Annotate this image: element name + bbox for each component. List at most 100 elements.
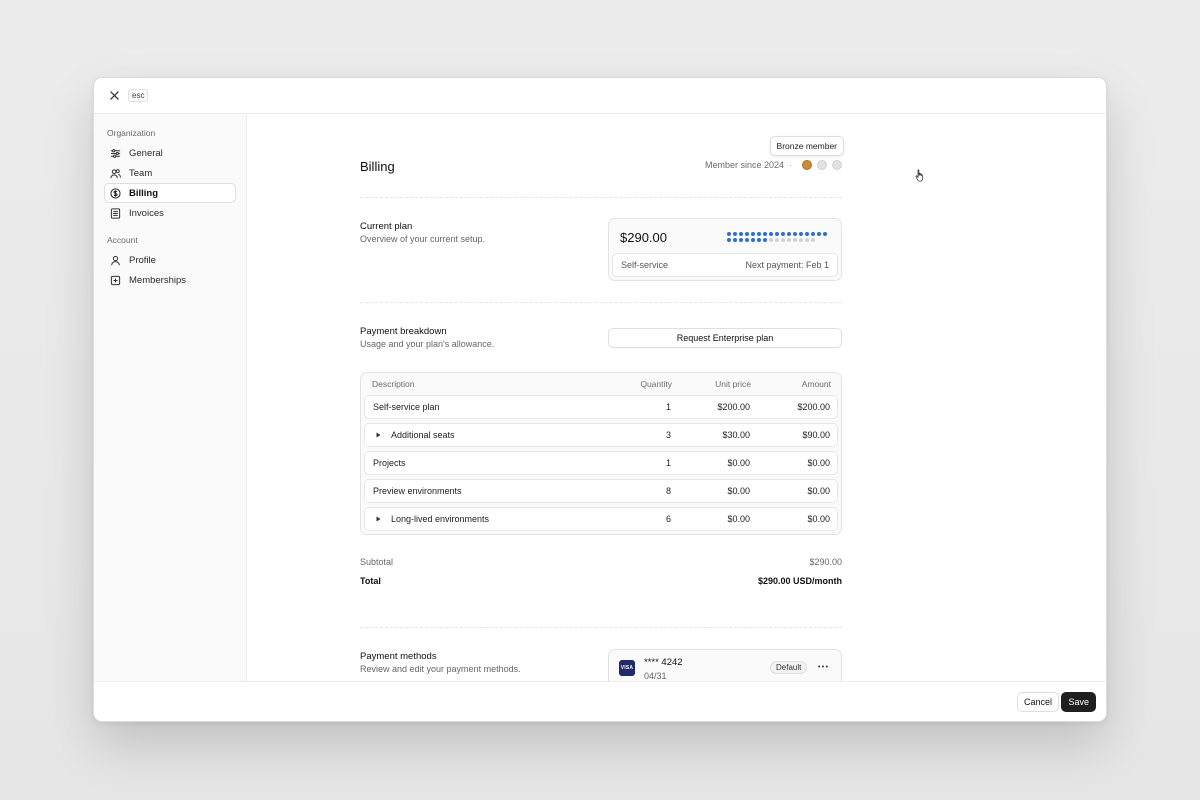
visa-card-icon: VISA <box>619 660 635 676</box>
card-expiry: 04/31 <box>644 671 667 681</box>
row-quantity: 3 <box>665 430 671 440</box>
membership-status: Member since 2024 · <box>705 160 842 170</box>
usage-meter <box>727 232 831 242</box>
usage-dot <box>769 238 773 242</box>
sidebar-item-profile[interactable]: Profile <box>104 250 236 270</box>
dialog-topbar: esc <box>94 78 1106 114</box>
usage-dot <box>805 238 809 242</box>
usage-dot <box>799 232 803 236</box>
gold-tier-indicator[interactable] <box>832 160 842 170</box>
usage-dot <box>739 232 743 236</box>
current-plan-subtitle: Overview of your current setup. <box>360 234 486 244</box>
sidebar-item-general[interactable]: General <box>104 143 236 163</box>
usage-dot <box>811 232 815 236</box>
usage-dot <box>751 238 755 242</box>
section-divider <box>360 197 842 198</box>
total-value: $290.00 USD/month <box>757 576 842 586</box>
sidebar-item-label: Memberships <box>129 274 187 286</box>
sidebar-item-invoices[interactable]: Invoices <box>104 203 236 223</box>
card-number: **** 4242 <box>644 657 683 668</box>
row-description-cell: Additional seats <box>373 424 455 446</box>
usage-dot <box>817 232 821 236</box>
plan-details: Self-service Next payment: Feb 1 <box>612 253 838 277</box>
plan-name: Self-service <box>621 260 669 270</box>
row-amount: $200.00 <box>797 402 830 412</box>
row-unit-price: $0.00 <box>727 486 750 496</box>
usage-dot <box>799 238 803 242</box>
table-row[interactable]: Additional seats 3 $30.00 $90.00 <box>364 423 838 447</box>
payment-methods-title: Payment methods <box>360 651 437 662</box>
member-since-text: Member since 2024 <box>704 160 784 170</box>
usage-dot <box>745 238 749 242</box>
subtotal-row: Subtotal $290.00 <box>360 557 842 567</box>
dialog-footer: Cancel Save <box>94 681 1106 721</box>
subtotal-value: $290.00 <box>809 557 842 567</box>
hand-cursor-icon <box>915 169 925 185</box>
esc-shortcut-hint: esc <box>128 89 149 102</box>
payment-breakdown-subtitle: Usage and your plan's allowance. <box>360 339 495 349</box>
usage-dot <box>745 232 749 236</box>
usage-dot <box>733 232 737 236</box>
usage-dot <box>781 232 785 236</box>
payment-method-card[interactable]: VISA **** 4242 04/31 Default <box>608 649 842 681</box>
sidebar-item-label: Invoices <box>129 207 164 219</box>
table-row: Self-service plan 1 $200.00 $200.00 <box>364 395 838 419</box>
caret-right-icon[interactable] <box>376 516 383 523</box>
silver-tier-indicator[interactable] <box>817 160 827 170</box>
usage-dot <box>805 232 809 236</box>
cancel-button[interactable]: Cancel <box>1016 692 1059 712</box>
request-enterprise-button[interactable]: Request Enterprise plan <box>608 328 842 348</box>
current-plan-title: Current plan <box>360 221 413 232</box>
usage-dot <box>775 238 779 242</box>
row-description-cell: Long-lived environments <box>373 508 489 530</box>
row-unit-price: $0.00 <box>727 514 750 524</box>
usage-dot <box>775 232 779 236</box>
separator: · <box>789 160 792 170</box>
total-label: Total <box>360 576 381 586</box>
section-divider <box>360 627 842 628</box>
row-amount: $0.00 <box>807 514 830 524</box>
usage-dot <box>793 232 797 236</box>
column-header-description: Description <box>372 378 415 389</box>
breakdown-table: Description Quantity Unit price Amount S… <box>360 372 842 535</box>
billing-content-area: Billing Member since 2024 · Bronze membe… <box>247 114 1106 681</box>
payment-methods-subtitle: Review and edit your payment methods. <box>360 664 521 674</box>
usage-dot <box>739 238 743 242</box>
row-description: Self-service plan <box>373 402 440 412</box>
usage-dot <box>757 232 761 236</box>
plan-price: $290.00 <box>620 230 667 245</box>
row-amount: $0.00 <box>807 458 830 468</box>
table-row: Projects 1 $0.00 $0.00 <box>364 451 838 475</box>
more-options-icon[interactable] <box>817 660 829 672</box>
sidebar-item-label: General <box>129 147 163 159</box>
users-icon <box>110 168 121 179</box>
sidebar-item-billing[interactable]: Billing <box>104 183 236 203</box>
caret-right-icon[interactable] <box>376 432 383 439</box>
usage-dot <box>763 232 767 236</box>
sidebar-item-memberships[interactable]: Memberships <box>104 270 236 290</box>
page-title: Billing <box>360 159 395 174</box>
usage-dot <box>751 232 755 236</box>
close-icon[interactable] <box>107 89 121 103</box>
usage-dot <box>793 238 797 242</box>
row-quantity: 1 <box>665 402 671 412</box>
column-header-unit-price: Unit price <box>715 378 751 389</box>
sliders-icon <box>110 148 121 159</box>
row-unit-price: $0.00 <box>727 458 750 468</box>
save-button[interactable]: Save <box>1061 692 1096 712</box>
usage-dot <box>823 232 827 236</box>
sidebar-item-label: Profile <box>129 254 156 266</box>
usage-dot <box>787 238 791 242</box>
usage-dot <box>733 238 737 242</box>
usage-dot <box>781 238 785 242</box>
sidebar-item-team[interactable]: Team <box>104 163 236 183</box>
row-description: Additional seats <box>391 430 455 440</box>
sidebar-group-title: Account <box>107 235 138 245</box>
usage-dot <box>763 238 767 242</box>
row-description: Projects <box>373 458 406 468</box>
bronze-tier-indicator[interactable] <box>802 160 812 170</box>
table-row: Preview environments 8 $0.00 $0.00 <box>364 479 838 503</box>
row-unit-price: $200.00 <box>717 402 750 412</box>
table-row[interactable]: Long-lived environments 6 $0.00 $0.00 <box>364 507 838 531</box>
column-header-quantity: Quantity <box>640 378 672 389</box>
